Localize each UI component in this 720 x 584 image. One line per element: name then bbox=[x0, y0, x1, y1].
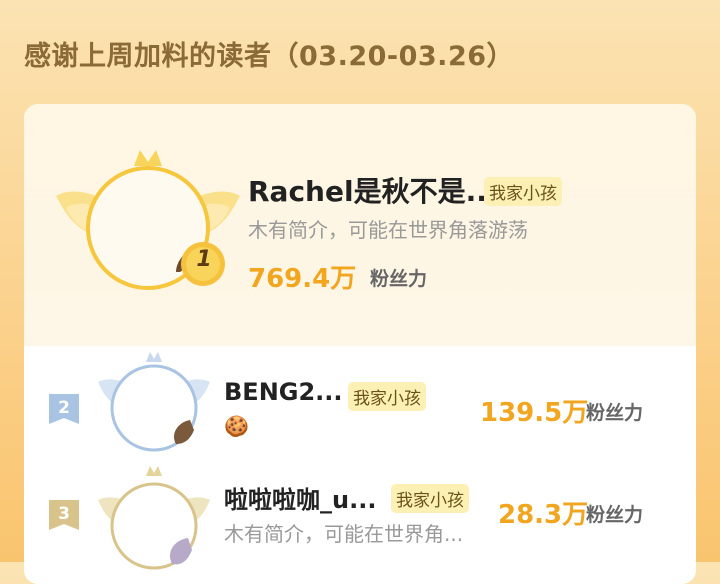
reader-2-tag: 我家小孩 bbox=[348, 382, 426, 411]
reader-3-bio: 木有简介，可能在世界角... bbox=[224, 522, 464, 546]
reader-3-fans-value: 28.3万 bbox=[498, 500, 589, 530]
rank-1-number: 1 bbox=[196, 247, 212, 272]
reader-3-name[interactable]: 啦啦啦咖_u... bbox=[224, 480, 376, 515]
page-title: 感谢上周加料的读者（03.20-03.26） bbox=[24, 41, 515, 72]
reader-3-fans-label: 粉丝力 bbox=[586, 504, 644, 526]
reader-1-bio: 木有简介，可能在世界角落游荡 bbox=[248, 218, 528, 242]
reader-1-name[interactable]: Rachel是秋不是... bbox=[248, 170, 498, 210]
rank-2-badge: 2 bbox=[49, 394, 79, 424]
reader-2-fans-value: 139.5万 bbox=[480, 398, 589, 428]
reader-row[interactable]: 2 BENG2... 我家小孩 🍪 139.5万 粉丝力 bbox=[24, 346, 696, 464]
rank-3-badge: 3 bbox=[49, 500, 79, 530]
reader-2-fans-label: 粉丝力 bbox=[586, 402, 644, 424]
cookie-emoji: 🍪 bbox=[224, 414, 249, 438]
reader-1-fans-value: 769.4万 bbox=[248, 264, 357, 294]
reader-1-fans-label: 粉丝力 bbox=[370, 268, 428, 290]
readers-card: 1 Rachel是秋不是... 我家小孩 木有简介，可能在世界角落游荡 769.… bbox=[24, 104, 696, 584]
reader-3-tag: 我家小孩 bbox=[391, 484, 469, 513]
reader-2-name[interactable]: BENG2... bbox=[224, 378, 343, 406]
top-reader-row[interactable]: 1 Rachel是秋不是... 我家小孩 木有简介，可能在世界角落游荡 769.… bbox=[24, 104, 696, 346]
reader-1-tag: 我家小孩 bbox=[484, 177, 562, 206]
bronze-avatar-frame-icon bbox=[98, 466, 210, 570]
silver-avatar-frame-icon bbox=[98, 352, 210, 452]
reader-row[interactable]: 3 啦啦啦咖_u... 我家小孩 木有简介，可能在世界角... 28.3万 粉丝… bbox=[24, 464, 696, 584]
gold-avatar-frame-icon bbox=[56, 150, 240, 290]
reader-list: 2 BENG2... 我家小孩 🍪 139.5万 粉丝力 3 啦啦啦咖_u...… bbox=[24, 346, 696, 584]
